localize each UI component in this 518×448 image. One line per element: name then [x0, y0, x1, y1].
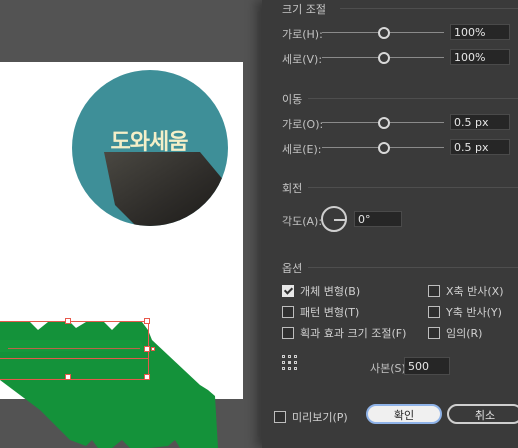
- reflect-y-checkbox[interactable]: [428, 306, 440, 318]
- cancel-button[interactable]: 취소: [447, 404, 518, 424]
- random-checkbox[interactable]: [428, 327, 440, 339]
- random-option[interactable]: 임의(R): [428, 325, 482, 341]
- transform-patterns-checkbox[interactable]: [282, 306, 294, 318]
- copies-label: 사본(S): [370, 362, 406, 375]
- move-vertical-label: 세로(E):: [282, 143, 322, 156]
- selection-handle-bottom[interactable]: [65, 374, 71, 380]
- move-horizontal-input[interactable]: 0.5 px: [450, 114, 510, 130]
- rotate-angle-input[interactable]: 0°: [354, 211, 402, 227]
- angle-dial-icon[interactable]: [321, 206, 347, 232]
- section-divider: [340, 8, 518, 9]
- selection-bounding-box[interactable]: [0, 321, 149, 380]
- scale-vertical-slider-knob[interactable]: [378, 52, 390, 64]
- options-section-title: 옵션: [282, 262, 303, 275]
- selection-guide-line: [8, 348, 140, 349]
- rotate-section-title: 회전: [282, 182, 303, 195]
- selection-handle-bottom-right[interactable]: [144, 374, 150, 380]
- random-label: 임의(R): [446, 327, 483, 340]
- scale-strokes-option[interactable]: 획과 효과 크기 조절(F): [282, 325, 406, 341]
- reflect-y-option[interactable]: Y축 반사(Y): [428, 304, 502, 320]
- move-vertical-input[interactable]: 0.5 px: [450, 139, 510, 155]
- copies-input[interactable]: 500: [404, 357, 450, 375]
- move-vertical-slider-knob[interactable]: [378, 142, 390, 154]
- scale-vertical-input[interactable]: 100%: [450, 49, 510, 65]
- preview-label: 미리보기(P): [292, 411, 348, 424]
- move-horizontal-label: 가로(O):: [282, 118, 324, 131]
- section-divider: [308, 98, 518, 99]
- selection-guide-line: [0, 358, 148, 359]
- selection-handle-top[interactable]: [65, 318, 71, 324]
- reflect-x-label: X축 반사(X): [446, 285, 504, 298]
- reflect-x-option[interactable]: X축 반사(X): [428, 283, 504, 299]
- selection-handle-right[interactable]: [144, 346, 150, 352]
- move-section-title: 이동: [282, 93, 303, 106]
- rotate-angle-label: 각도(A):: [282, 215, 323, 228]
- reflect-y-label: Y축 반사(Y): [446, 306, 502, 319]
- selection-handle-top-right[interactable]: [144, 318, 150, 324]
- scale-strokes-checkbox[interactable]: [282, 327, 294, 339]
- transform-patterns-label: 패턴 변형(T): [300, 306, 360, 319]
- reflect-x-checkbox[interactable]: [428, 285, 440, 297]
- canvas-area[interactable]: 도와세움: [0, 0, 262, 448]
- move-horizontal-slider-knob[interactable]: [378, 117, 390, 129]
- scale-horizontal-label: 가로(H):: [282, 28, 323, 41]
- transform-objects-option[interactable]: 개체 변형(B): [282, 283, 360, 299]
- scale-horizontal-slider-knob[interactable]: [378, 27, 390, 39]
- transform-patterns-option[interactable]: 패턴 변형(T): [282, 304, 359, 320]
- scale-section-title: 크기 조절: [282, 3, 326, 16]
- scale-strokes-label: 획과 효과 크기 조절(F): [300, 327, 407, 340]
- scale-vertical-label: 세로(V):: [282, 53, 323, 66]
- logo-graphic[interactable]: [0, 0, 262, 448]
- section-divider: [308, 267, 518, 268]
- logo-text: 도와세움: [110, 130, 189, 155]
- selection-center-point: [151, 347, 155, 351]
- preview-checkbox[interactable]: [274, 411, 286, 423]
- scale-horizontal-input[interactable]: 100%: [450, 24, 510, 40]
- ok-button[interactable]: 확인: [366, 404, 442, 424]
- transform-objects-label: 개체 변형(B): [300, 285, 361, 298]
- transform-objects-checkbox[interactable]: [282, 285, 294, 297]
- preview-option[interactable]: 미리보기(P): [274, 409, 348, 425]
- reference-point-icon[interactable]: [282, 355, 298, 371]
- section-divider: [308, 187, 518, 188]
- transform-dialog: 크기 조절 가로(H): 100% 세로(V): 100% 이동 가로(O): …: [262, 0, 518, 448]
